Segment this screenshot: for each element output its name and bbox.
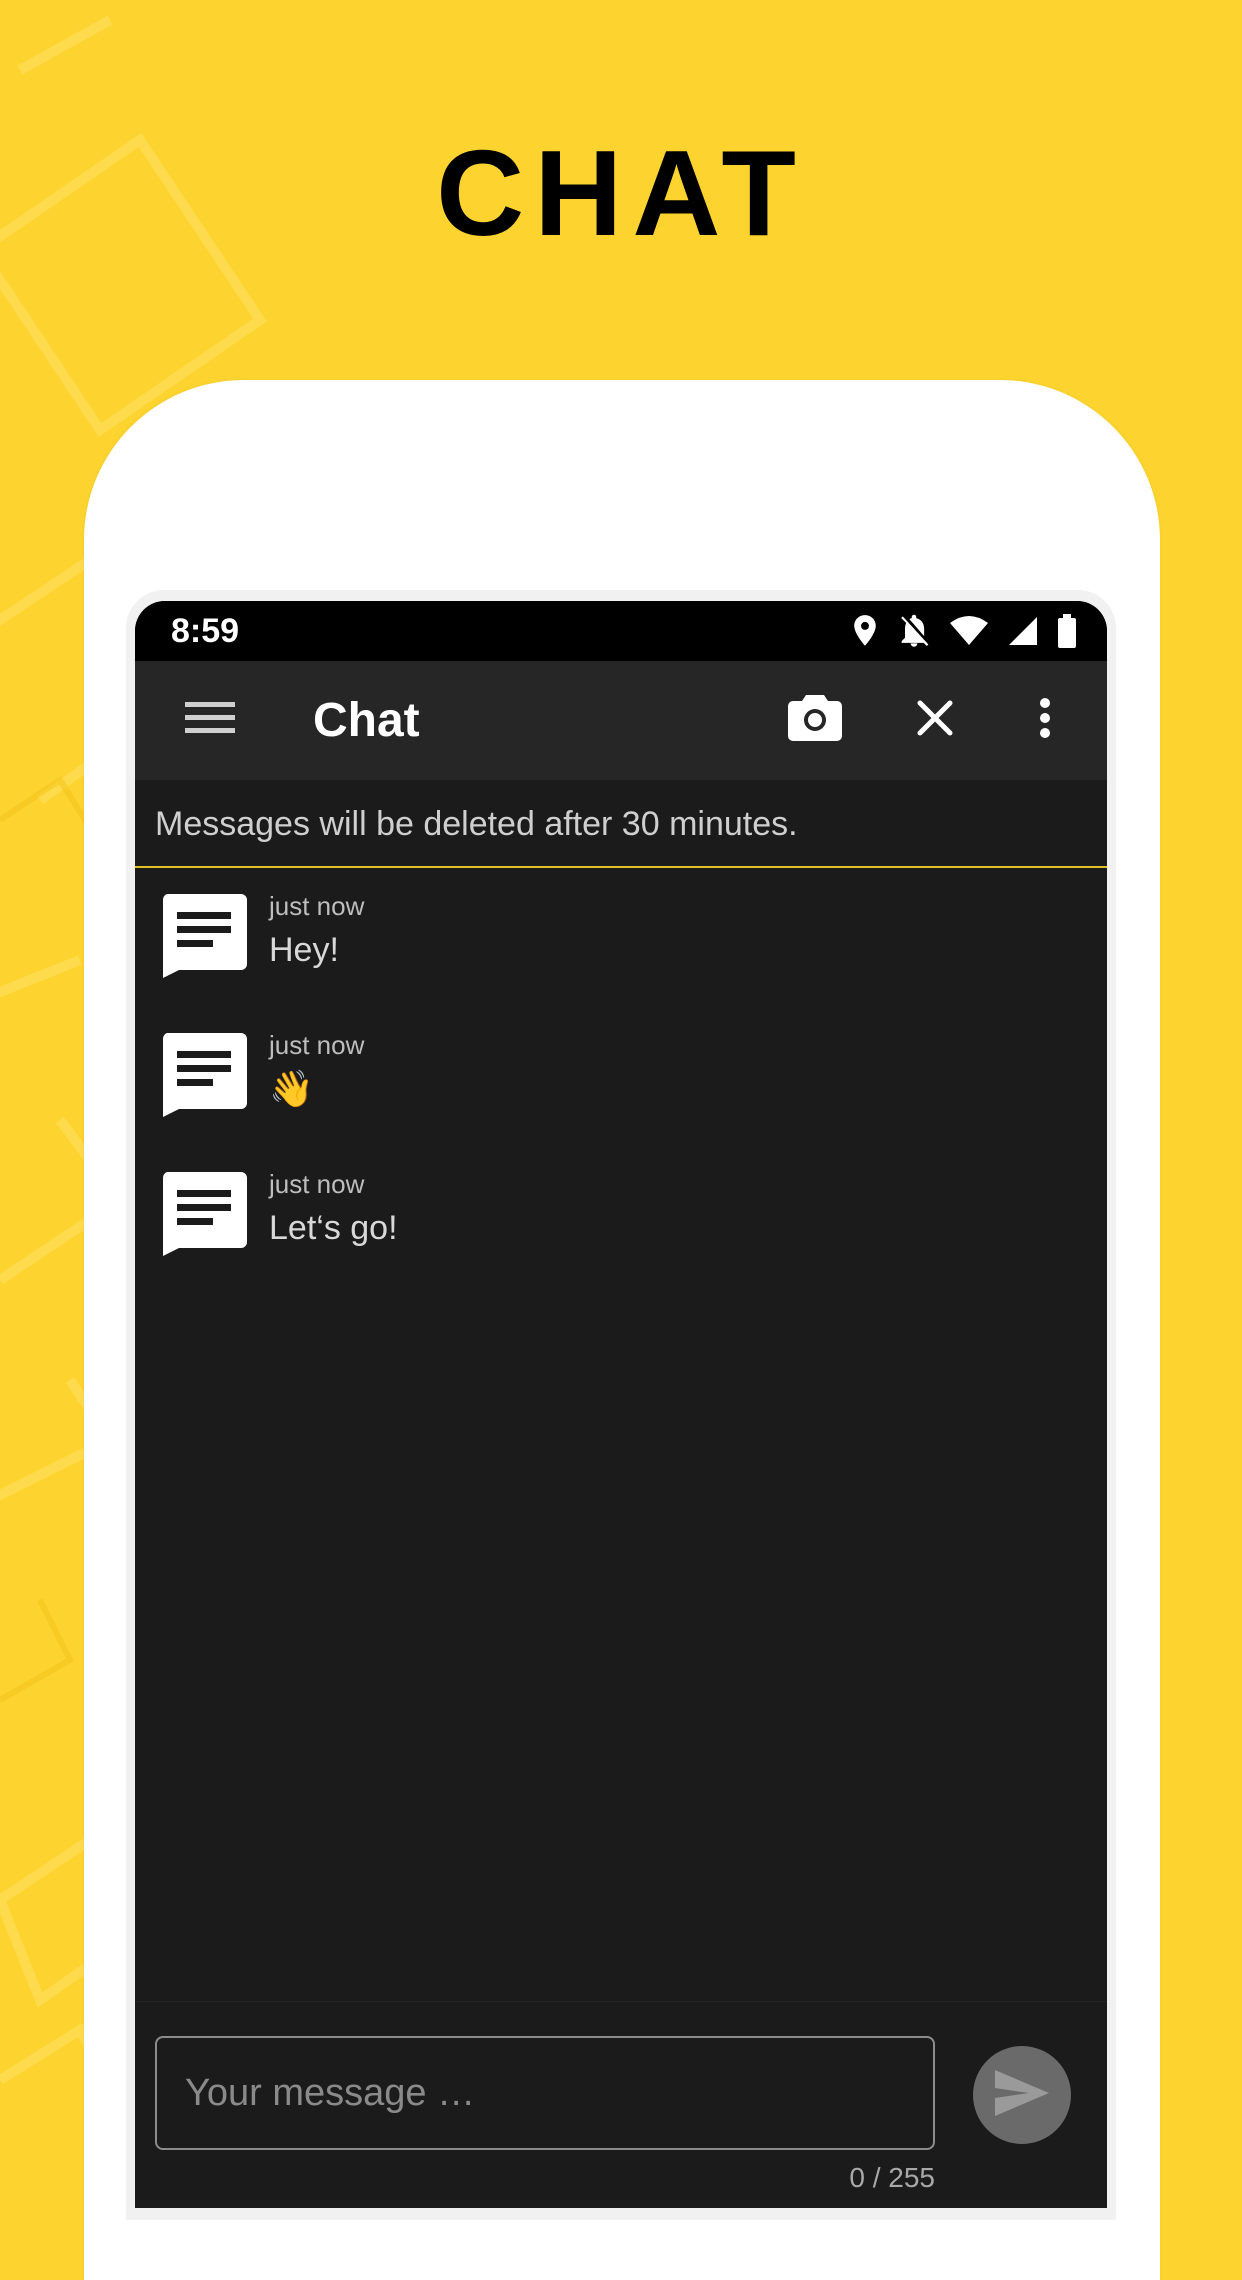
close-button[interactable]	[895, 661, 975, 780]
message-time: just now	[269, 1169, 365, 1199]
message-text: Hey!	[269, 931, 339, 969]
deletion-notice: Messages will be deleted after 30 minute…	[135, 780, 1107, 868]
app-bar: Chat	[135, 661, 1107, 780]
message-item[interactable]: just now Hey!	[135, 868, 1107, 1007]
menu-icon	[185, 700, 235, 741]
deletion-notice-text: Messages will be deleted after 30 minute…	[155, 805, 798, 843]
page-headline: CHAT	[436, 125, 806, 261]
camera-icon	[788, 695, 842, 746]
chat-bubble-icon	[161, 1033, 247, 1122]
message-item[interactable]: just now 👋	[135, 1007, 1107, 1146]
signal-icon	[1007, 615, 1039, 647]
message-item[interactable]: just now Let‘s go!	[135, 1146, 1107, 1285]
message-text: 👋	[269, 1068, 314, 1109]
wifi-icon	[949, 615, 989, 647]
message-list: just now Hey! just now 👋 just now Let‘s …	[135, 868, 1107, 1285]
chat-bubble-icon	[161, 1172, 247, 1261]
message-input-box[interactable]	[155, 2036, 935, 2150]
more-vert-icon	[1038, 697, 1052, 744]
location-icon	[851, 614, 879, 648]
message-time: just now	[269, 1030, 365, 1060]
message-input[interactable]	[157, 2038, 933, 2148]
close-icon	[917, 700, 953, 741]
notifications-off-icon	[897, 613, 931, 649]
status-bar: 8:59	[135, 601, 1107, 661]
status-icons	[851, 611, 1077, 651]
phone-screen: 8:59 Chat Messages will be deleted after…	[135, 601, 1107, 2208]
message-composer: 0 / 255	[135, 2001, 1107, 2208]
chat-bubble-icon	[161, 894, 247, 983]
message-time: just now	[269, 891, 365, 921]
character-counter: 0 / 255	[849, 2162, 935, 2193]
app-title: Chat	[313, 694, 420, 747]
battery-icon	[1057, 614, 1077, 648]
camera-button[interactable]	[775, 661, 855, 780]
send-button[interactable]	[973, 2046, 1071, 2144]
message-text: Let‘s go!	[269, 1209, 398, 1247]
send-icon	[995, 2069, 1049, 2121]
menu-button[interactable]	[175, 661, 245, 780]
more-options-button[interactable]	[1015, 661, 1075, 780]
status-time: 8:59	[171, 612, 240, 650]
